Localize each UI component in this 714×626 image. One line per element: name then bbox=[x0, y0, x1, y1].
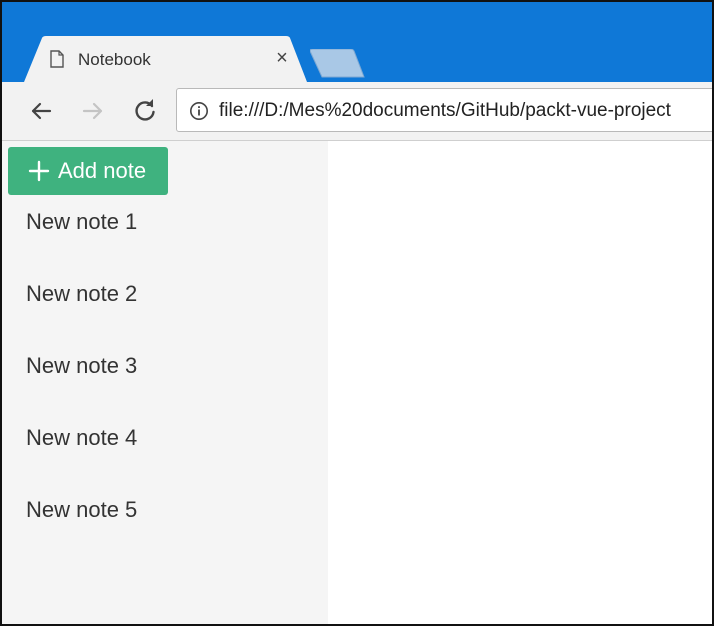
add-note-label: Add note bbox=[58, 158, 147, 183]
forward-arrow-icon[interactable] bbox=[80, 98, 106, 124]
list-item[interactable]: New note 5 bbox=[2, 495, 328, 567]
address-bar[interactable]: file:///D:/Mes%20documents/GitHub/packt-… bbox=[176, 88, 712, 132]
add-note-button[interactable]: Add note bbox=[8, 147, 168, 195]
browser-toolbar: file:///D:/Mes%20documents/GitHub/packt-… bbox=[2, 82, 712, 141]
note-title: New note 5 bbox=[26, 497, 138, 522]
close-icon[interactable]: × bbox=[272, 48, 292, 68]
tab-background bbox=[24, 36, 307, 82]
list-item[interactable]: New note 4 bbox=[2, 423, 328, 495]
page-content: Add note New note 1 New note 2 New note … bbox=[2, 141, 712, 624]
notes-list: New note 1 New note 2 New note 3 New not… bbox=[2, 207, 328, 567]
list-item[interactable]: New note 1 bbox=[2, 207, 328, 279]
browser-window: Notebook × file:///D:/Mes%20documents/Gi… bbox=[0, 0, 714, 626]
tab-notebook[interactable]: Notebook × bbox=[24, 36, 307, 82]
new-tab-icon[interactable] bbox=[310, 49, 366, 79]
list-item[interactable]: New note 3 bbox=[2, 351, 328, 423]
reload-icon[interactable] bbox=[132, 98, 158, 124]
tab-strip: Notebook × bbox=[2, 2, 712, 82]
note-title: New note 1 bbox=[26, 209, 138, 234]
list-item[interactable]: New note 2 bbox=[2, 279, 328, 351]
note-title: New note 4 bbox=[26, 425, 138, 450]
url-text: file:///D:/Mes%20documents/GitHub/packt-… bbox=[219, 100, 671, 121]
note-title: New note 2 bbox=[26, 281, 138, 306]
note-title: New note 3 bbox=[26, 353, 138, 378]
back-arrow-icon[interactable] bbox=[28, 98, 54, 124]
plus-icon bbox=[28, 160, 50, 182]
tab-title: Notebook bbox=[78, 50, 151, 69]
notes-sidebar: Add note New note 1 New note 2 New note … bbox=[2, 141, 328, 624]
info-icon[interactable] bbox=[189, 101, 209, 121]
document-icon bbox=[50, 50, 64, 68]
